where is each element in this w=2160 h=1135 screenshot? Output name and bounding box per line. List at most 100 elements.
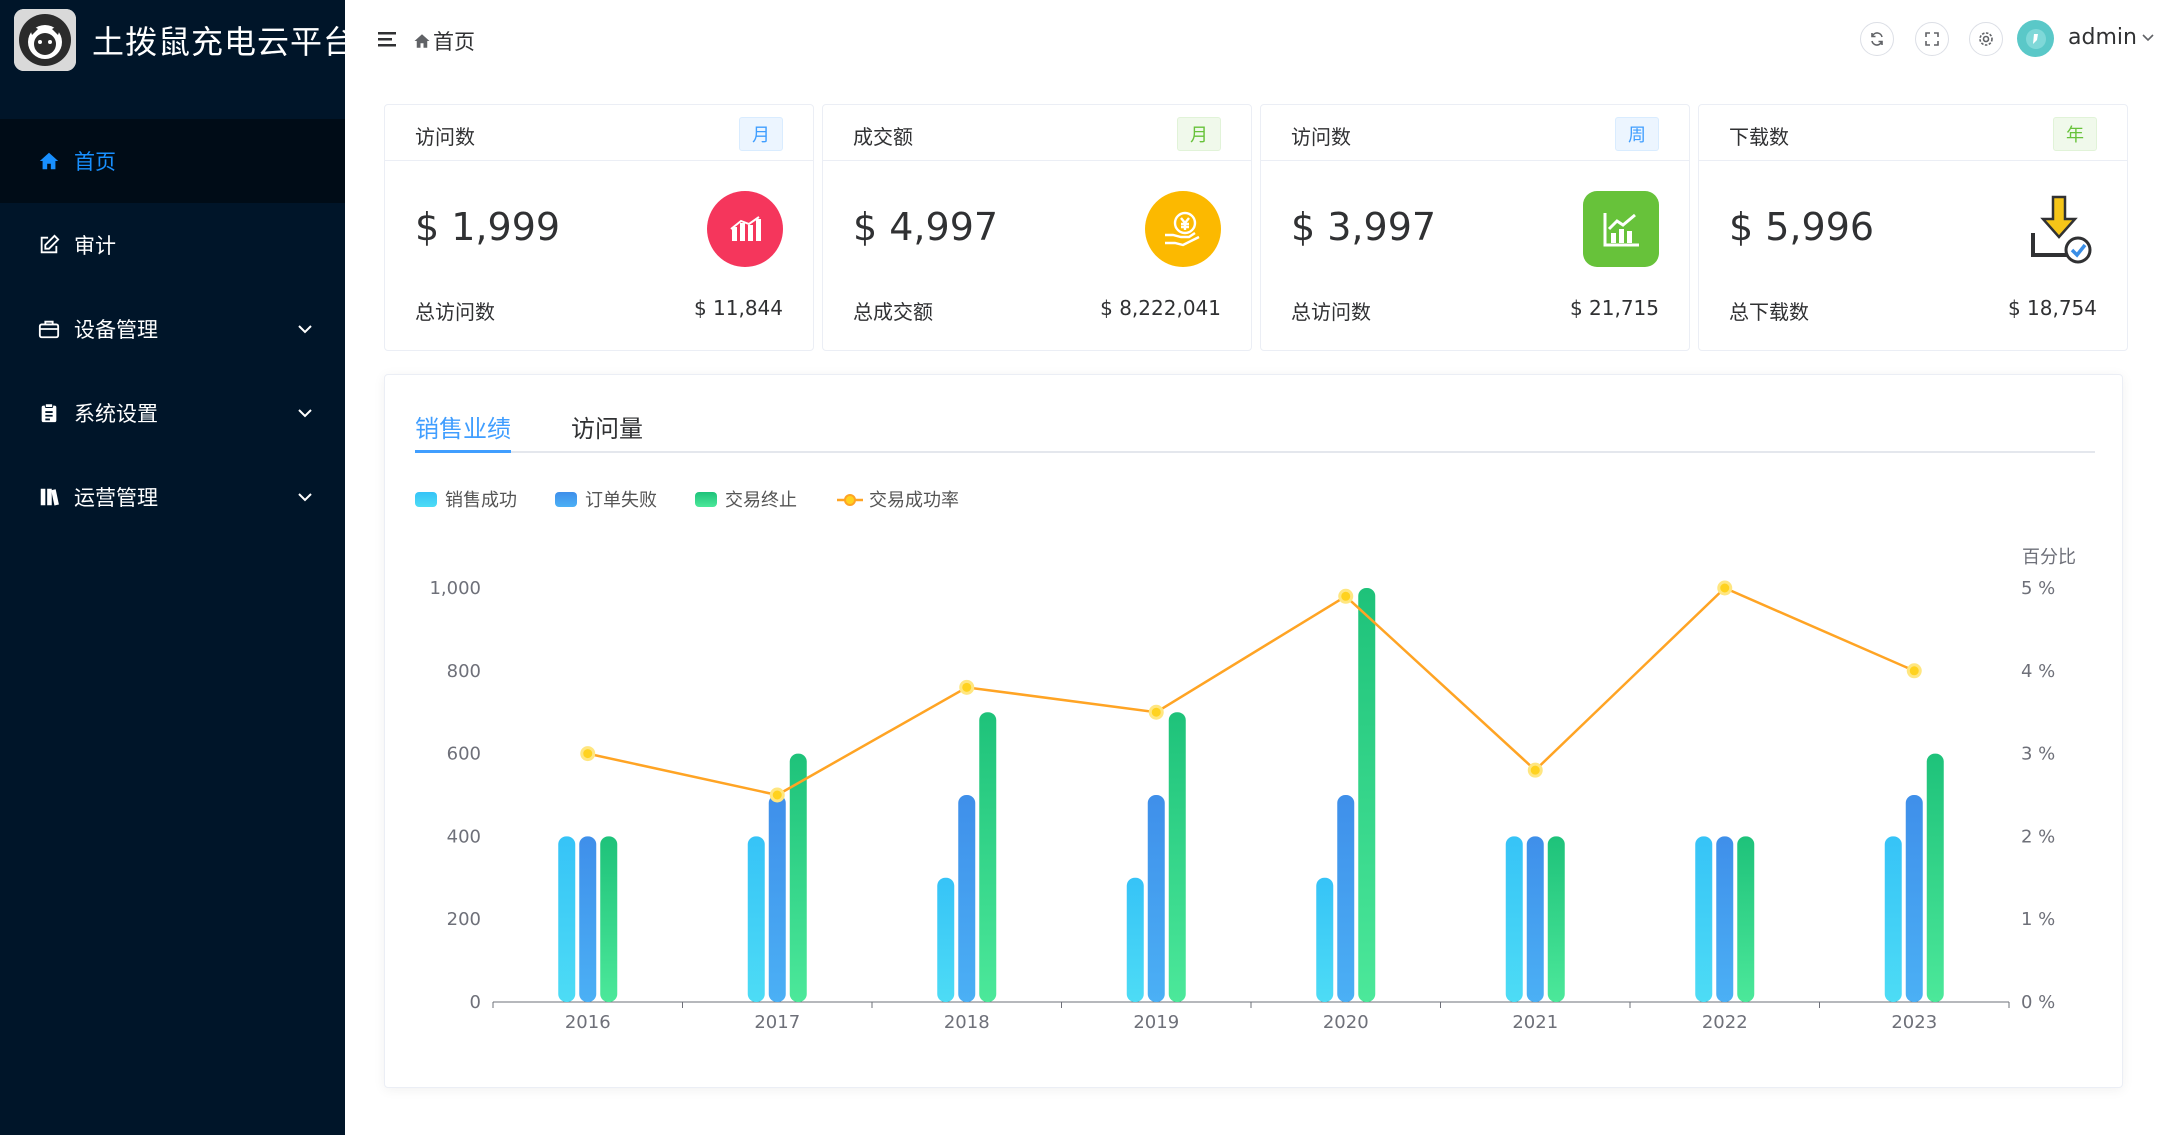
sidebar-item-system-settings[interactable]: 系统设置 bbox=[0, 371, 345, 455]
bar-销售成功 bbox=[1884, 836, 1902, 1002]
bar-交易终止 bbox=[979, 712, 997, 1002]
sidebar-item-label: 运营管理 bbox=[74, 486, 158, 510]
line-point bbox=[1717, 580, 1733, 596]
line-point bbox=[1148, 704, 1164, 720]
bar-订单失败 bbox=[1526, 836, 1544, 1002]
refresh-icon bbox=[1871, 32, 1883, 46]
breadcrumb-item[interactable]: 首页 bbox=[433, 26, 475, 56]
chevron-down-icon bbox=[298, 325, 312, 334]
card-value: $ 5,996 bbox=[1729, 205, 1875, 249]
sidebar-item-label: 系统设置 bbox=[74, 402, 158, 426]
line-point bbox=[769, 787, 785, 803]
bar-交易终止 bbox=[789, 753, 807, 1002]
home-icon bbox=[36, 148, 62, 174]
settings-button[interactable] bbox=[1969, 22, 2003, 56]
bar-交易终止 bbox=[1358, 588, 1376, 1002]
clipboard-icon bbox=[36, 400, 62, 426]
y-tick-label: 200 bbox=[447, 909, 481, 930]
y2-tick-label: 3 % bbox=[2021, 744, 2055, 765]
sidebar-item-home[interactable]: 首页 bbox=[0, 119, 345, 203]
legend-label: 交易成功率 bbox=[869, 490, 959, 511]
bar-销售成功 bbox=[1316, 877, 1334, 1002]
bar-销售成功 bbox=[1126, 877, 1144, 1002]
bar-销售成功 bbox=[1695, 836, 1713, 1002]
stat-card: 成交额 月 $ 4,997 总成交额 $ 8,222,041 bbox=[822, 104, 1252, 351]
username[interactable]: admin bbox=[2068, 25, 2137, 50]
bar-交易终止 bbox=[1547, 836, 1565, 1002]
legend-label: 订单失败 bbox=[585, 490, 657, 511]
fullscreen-button[interactable] bbox=[1915, 22, 1949, 56]
breadcrumb: 首页 bbox=[413, 26, 475, 56]
chart-panel: 销售业绩 访问量 销售成功 订单失败 交易终止 交易成功率 百分比 0 200 400 600 8… bbox=[384, 374, 2123, 1088]
card-footer-label: 总成交额 bbox=[853, 300, 933, 324]
y-tick-label: 800 bbox=[447, 661, 481, 682]
bar-订单失败 bbox=[1905, 795, 1923, 1002]
sidebar-item-label: 审计 bbox=[74, 234, 116, 258]
bar-交易终止 bbox=[1168, 712, 1186, 1002]
legend-swatch bbox=[695, 492, 717, 507]
y2-tick-label: 2 % bbox=[2021, 826, 2055, 847]
card-title: 成交额 bbox=[853, 125, 913, 149]
x-tick-label: 2022 bbox=[1702, 1012, 1748, 1033]
line-chart-icon bbox=[1583, 191, 1659, 267]
card-footer-label: 总下载数 bbox=[1729, 300, 1809, 324]
x-tick-label: 2023 bbox=[1891, 1012, 1937, 1033]
x-tick-label: 2020 bbox=[1323, 1012, 1369, 1033]
avatar[interactable] bbox=[2017, 20, 2054, 57]
app-root: 土拨鼠充电云平台 首页 审计 设备管理 系统设置 运营管理 首页 admin 访… bbox=[0, 0, 2160, 1135]
bar-销售成功 bbox=[937, 877, 955, 1002]
sidebar-item-label: 首页 bbox=[74, 150, 116, 174]
card-header: 访问数 周 bbox=[1261, 105, 1689, 161]
legend-swatch bbox=[415, 492, 437, 507]
card-title: 访问数 bbox=[415, 125, 475, 149]
chevron-down-icon[interactable] bbox=[2140, 30, 2156, 46]
bar-交易终止 bbox=[1737, 836, 1755, 1002]
top-header: 首页 admin bbox=[345, 0, 2160, 79]
period-tag: 年 bbox=[2053, 117, 2097, 151]
sidebar-item-device-management[interactable]: 设备管理 bbox=[0, 287, 345, 371]
x-tick-label: 2016 bbox=[565, 1012, 611, 1033]
card-footer-value: $ 8,222,041 bbox=[1100, 296, 1221, 320]
sidebar-item-operations[interactable]: 运营管理 bbox=[0, 455, 345, 539]
card-value: $ 3,997 bbox=[1291, 205, 1437, 249]
y-tick-label: 400 bbox=[447, 826, 481, 847]
card-header: 访问数 月 bbox=[385, 105, 813, 161]
chevron-down-icon bbox=[298, 493, 312, 502]
sidebar: 土拨鼠充电云平台 首页 审计 设备管理 系统设置 运营管理 bbox=[0, 0, 355, 1135]
line-point bbox=[1906, 663, 1922, 679]
refresh-button[interactable] bbox=[1860, 22, 1894, 56]
bar-交易终止 bbox=[600, 836, 618, 1002]
period-tag: 月 bbox=[739, 117, 783, 151]
y2-tick-label: 5 % bbox=[2021, 578, 2055, 599]
menu-toggle-icon[interactable] bbox=[377, 29, 397, 49]
x-tick-label: 2018 bbox=[944, 1012, 990, 1033]
logo-image bbox=[14, 8, 76, 71]
stat-card: 访问数 周 $ 3,997 总访问数 $ 21,715 bbox=[1260, 104, 1690, 351]
card-value: $ 4,997 bbox=[853, 205, 999, 249]
x-tick-label: 2021 bbox=[1512, 1012, 1558, 1033]
y-tick-label: 600 bbox=[447, 744, 481, 765]
books-icon bbox=[36, 484, 62, 510]
line-point bbox=[959, 679, 975, 695]
line-point bbox=[1527, 762, 1543, 778]
stat-card: 访问数 月 $ 1,999 总访问数 $ 11,844 bbox=[384, 104, 814, 351]
bar-订单失败 bbox=[958, 795, 976, 1002]
bar-订单失败 bbox=[768, 795, 786, 1002]
edit-icon bbox=[36, 232, 62, 258]
x-tick-label: 2017 bbox=[754, 1012, 800, 1033]
x-tick-label: 2019 bbox=[1133, 1012, 1179, 1033]
y2-tick-label: 0 % bbox=[2021, 992, 2055, 1013]
settings-icon bbox=[1979, 32, 1993, 46]
briefcase-icon bbox=[36, 316, 62, 342]
card-header: 下载数 年 bbox=[1699, 105, 2127, 161]
bar-销售成功 bbox=[747, 836, 765, 1002]
bar-订单失败 bbox=[579, 836, 597, 1002]
line-series bbox=[587, 586, 1915, 797]
card-title: 下载数 bbox=[1729, 125, 1789, 149]
legend-swatch bbox=[844, 494, 856, 506]
y2-tick-label: 1 % bbox=[2021, 909, 2055, 930]
sales-chart: 销售成功 订单失败 交易终止 交易成功率百分比 0 200 400 600 800 1,000 0 … bbox=[415, 490, 2076, 1033]
user-avatar-icon bbox=[2025, 28, 2046, 49]
bar-销售成功 bbox=[558, 836, 576, 1002]
sidebar-item-audit[interactable]: 审计 bbox=[0, 203, 345, 287]
